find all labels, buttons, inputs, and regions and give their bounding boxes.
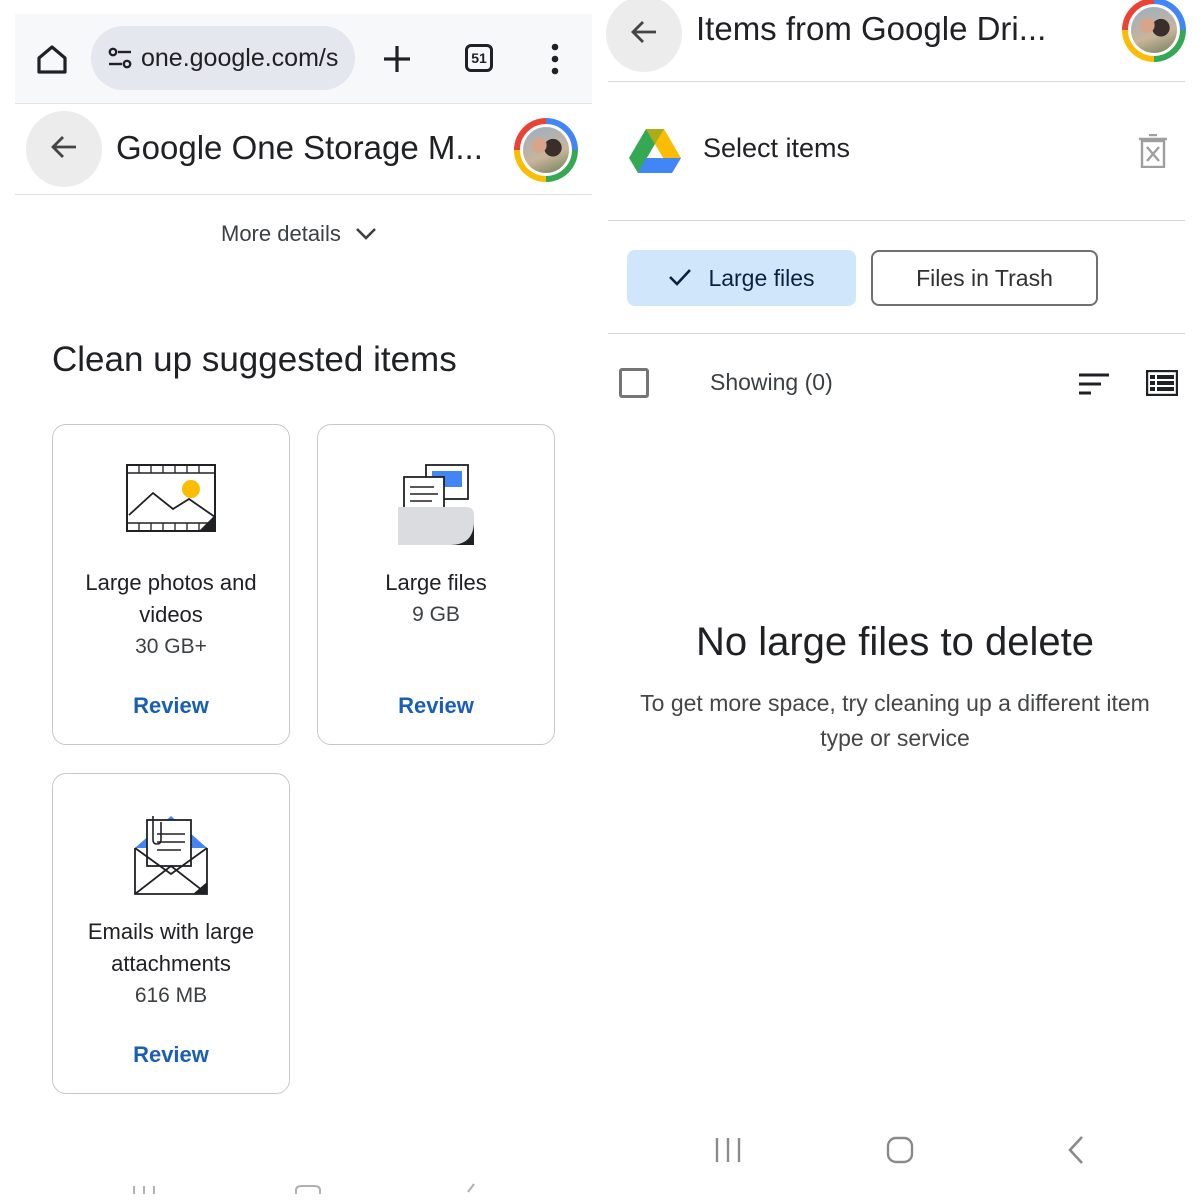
select-items-row: Select items xyxy=(608,83,1185,221)
delete-icon[interactable] xyxy=(1138,133,1168,169)
page-title: Items from Google Dri... xyxy=(696,10,1047,47)
arrow-left-icon xyxy=(629,17,659,52)
list-view-icon[interactable] xyxy=(1145,368,1179,398)
select-all-checkbox[interactable] xyxy=(619,368,649,398)
home-nav-icon[interactable] xyxy=(880,1130,920,1170)
sort-icon[interactable] xyxy=(1076,370,1112,398)
filter-chips: Large files Files in Trash xyxy=(608,222,1185,334)
chip-large-files[interactable]: Large files xyxy=(627,250,856,306)
card-title-text: Large photos and videos xyxy=(85,570,257,627)
card-large-photos-videos[interactable]: Large photos and videos 30 GB+ Review xyxy=(52,424,290,745)
more-options-icon[interactable] xyxy=(545,41,565,77)
google-drive-icon xyxy=(628,125,682,175)
address-bar[interactable]: one.google.com/s xyxy=(91,26,355,90)
check-icon xyxy=(668,265,692,292)
left-screen: one.google.com/s 51 Google One Storage M… xyxy=(0,0,600,1200)
right-screen: Items from Google Dri... Select items La… xyxy=(600,0,1200,1200)
page-header: Items from Google Dri... xyxy=(606,0,1186,82)
back-button[interactable] xyxy=(26,111,102,187)
review-button[interactable]: Review xyxy=(53,1042,289,1068)
card-large-files[interactable]: Large files 9 GB Review xyxy=(317,424,555,745)
card-size: 9 GB xyxy=(412,603,460,626)
more-details-toggle[interactable]: More details xyxy=(221,221,377,247)
recent-apps-icon[interactable] xyxy=(130,1178,158,1199)
envelope-attachment-icon xyxy=(53,812,289,902)
recent-apps-icon[interactable] xyxy=(708,1130,748,1170)
card-size: 616 MB xyxy=(134,984,208,1007)
back-nav-icon[interactable] xyxy=(1056,1130,1096,1170)
card-title: Emails with large attachments 616 MB xyxy=(63,916,279,1012)
card-title-text: Emails with large attachments xyxy=(87,919,255,976)
url-text[interactable]: one.google.com/s xyxy=(141,44,346,73)
tab-switcher-button[interactable]: 51 xyxy=(465,44,493,72)
avatar[interactable] xyxy=(514,118,578,182)
empty-state-title: No large files to delete xyxy=(695,620,1094,664)
results-toolbar: Showing (0) xyxy=(608,350,1185,416)
showing-count: Showing (0) xyxy=(710,369,833,395)
avatar[interactable] xyxy=(1122,0,1186,62)
chip-label: Large files xyxy=(708,264,815,291)
documents-folder-icon xyxy=(318,463,554,553)
photo-film-icon xyxy=(53,463,289,553)
page-header: Google One Storage M... xyxy=(15,105,592,195)
card-emails-large-attachments[interactable]: Emails with large attachments 616 MB Rev… xyxy=(52,773,290,1094)
home-icon[interactable] xyxy=(33,40,71,78)
home-nav-icon[interactable] xyxy=(294,1178,322,1199)
empty-state-subtitle: To get more space, try cleaning up a dif… xyxy=(640,690,1150,751)
chip-files-in-trash[interactable]: Files in Trash xyxy=(871,250,1098,306)
site-settings-icon[interactable] xyxy=(107,45,133,71)
card-title-text: Large files xyxy=(385,570,487,595)
review-button[interactable]: Review xyxy=(318,693,554,719)
card-size: 30 GB+ xyxy=(135,635,207,658)
page-title: Google One Storage M... xyxy=(116,129,483,166)
new-tab-icon[interactable] xyxy=(380,42,414,76)
back-nav-icon[interactable] xyxy=(462,1178,480,1199)
chevron-down-icon xyxy=(355,221,377,247)
arrow-left-icon xyxy=(49,132,79,167)
browser-toolbar: one.google.com/s 51 xyxy=(15,14,592,104)
card-title: Large photos and videos 30 GB+ xyxy=(63,567,279,663)
more-details-label: More details xyxy=(221,221,341,246)
card-title: Large files 9 GB xyxy=(328,567,544,631)
back-button[interactable] xyxy=(606,0,682,72)
review-button[interactable]: Review xyxy=(53,693,289,719)
section-title: Clean up suggested items xyxy=(52,340,457,379)
select-items-label: Select items xyxy=(703,133,851,163)
chip-label: Files in Trash xyxy=(916,264,1053,291)
